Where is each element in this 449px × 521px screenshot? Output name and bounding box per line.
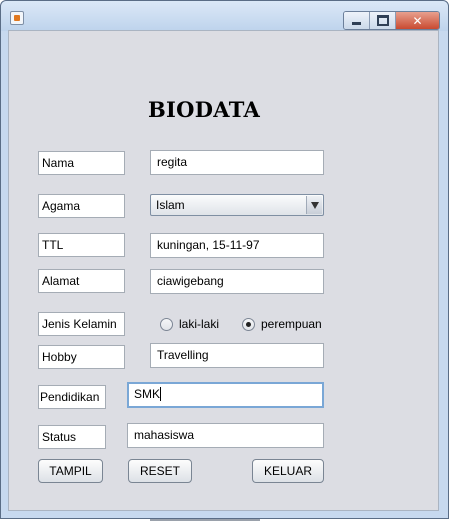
ttl-label: TTL — [38, 233, 125, 257]
agama-label: Agama — [38, 194, 125, 218]
tampil-button[interactable]: TAMPIL — [38, 459, 103, 483]
radio-unchecked-icon[interactable] — [160, 317, 173, 331]
alamat-field[interactable]: ciawigebang — [150, 269, 324, 294]
minimize-icon — [352, 21, 361, 25]
form-heading: BIODATA — [148, 97, 261, 122]
hobby-field[interactable]: Travelling — [150, 343, 324, 368]
text-caret — [160, 387, 162, 401]
radio-perempuan[interactable]: perempuan — [242, 315, 322, 333]
status-field[interactable]: mahasiswa — [127, 423, 324, 448]
ttl-field[interactable]: kuningan, 15-11-97 — [150, 233, 324, 258]
alamat-label: Alamat — [38, 269, 125, 293]
pendidikan-value: SMK — [134, 387, 161, 401]
pendidikan-field[interactable]: SMK — [127, 382, 324, 408]
agama-selected-value: Islam — [156, 198, 185, 212]
nama-label: Nama — [38, 151, 125, 175]
radio-laki-laki-label: laki-laki — [179, 317, 220, 331]
nama-field[interactable]: regita — [150, 150, 324, 175]
reset-button[interactable]: RESET — [128, 459, 192, 483]
keluar-button[interactable]: KELUAR — [252, 459, 324, 483]
agama-select[interactable]: Islam — [150, 194, 324, 216]
close-icon: ✕ — [412, 13, 423, 28]
minimize-button[interactable] — [344, 12, 370, 29]
window-controls: ✕ — [343, 11, 440, 30]
status-label: Status — [38, 425, 106, 449]
maximize-button[interactable] — [370, 12, 396, 29]
java-app-icon — [10, 11, 24, 25]
pendidikan-label: Pendidikan — [38, 385, 106, 409]
jenis-kelamin-label: Jenis Kelamin — [38, 312, 125, 336]
radio-perempuan-label: perempuan — [261, 317, 322, 331]
radio-laki-laki[interactable]: laki-laki — [160, 315, 219, 333]
hobby-label: Hobby — [38, 345, 125, 369]
maximize-icon — [376, 15, 389, 26]
chevron-down-icon[interactable] — [306, 196, 322, 214]
title-bar[interactable]: ✕ — [1, 1, 448, 31]
radio-checked-icon[interactable] — [242, 317, 255, 331]
close-button[interactable]: ✕ — [396, 12, 439, 29]
